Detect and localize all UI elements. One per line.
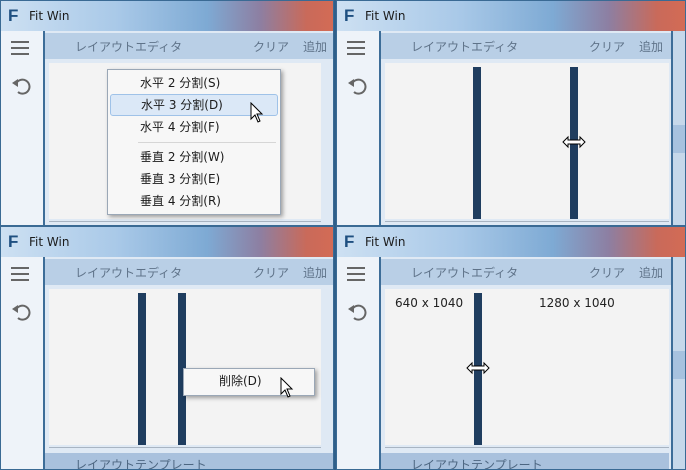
undo-icon[interactable] (11, 301, 33, 323)
canvas-divider-line (49, 447, 321, 448)
left-region-resolution: 640 x 1040 (395, 296, 464, 310)
undo-icon[interactable] (347, 301, 369, 323)
add-button[interactable]: 追加 (639, 264, 663, 281)
layout-editor-title: レイアウトエディタ (75, 40, 183, 54)
window-panel-1: F Fit Win レイアウトエディタ クリア 追加 水平 2 分割(S) 水平… (0, 0, 334, 226)
split-context-menu: 水平 2 分割(S) 水平 3 分割(D) 水平 4 分割(F) 垂直 2 分割… (107, 69, 281, 215)
layout-editor-toolbar: レイアウトエディタ クリア 追加 (381, 259, 685, 285)
window-titlebar[interactable]: F Fit Win (1, 1, 333, 31)
layout-canvas[interactable] (385, 63, 669, 219)
window-title: Fit Win (29, 235, 70, 249)
add-button[interactable]: 追加 (303, 264, 327, 281)
app-logo: F (8, 232, 19, 251)
window-panel-3: F Fit Win レイアウトエディタ クリア 追加 レイアウトテンプレート 削… (0, 226, 334, 470)
window-title: Fit Win (365, 9, 406, 23)
clear-button[interactable]: クリア (589, 264, 625, 281)
left-sidebar (1, 31, 45, 225)
menu-item-vertical-3[interactable]: 垂直 3 分割(E) (110, 168, 278, 190)
canvas-divider-line (385, 221, 669, 222)
window-panel-4: F Fit Win レイアウトエディタ クリア 追加 レイアウトテンプレート 6… (336, 226, 686, 470)
canvas-divider-line (385, 447, 669, 448)
layout-template-header: レイアウトテンプレート (381, 453, 669, 469)
menu-separator (138, 142, 276, 143)
layout-editor-toolbar: レイアウトエディタ クリア 追加 (45, 33, 333, 59)
canvas-divider-line (49, 221, 321, 222)
side-panel-tab[interactable] (673, 351, 685, 379)
left-sidebar (1, 257, 45, 469)
layout-editor-title: レイアウトエディタ (411, 40, 519, 54)
layout-editor-title: レイアウトエディタ (75, 266, 183, 280)
side-panel-tab[interactable] (673, 125, 685, 153)
hamburger-icon[interactable] (11, 41, 29, 55)
layout-canvas[interactable] (385, 289, 669, 445)
layout-divider-1[interactable] (138, 293, 146, 445)
menu-item-vertical-4[interactable]: 垂直 4 分割(R) (110, 190, 278, 212)
undo-icon[interactable] (11, 75, 33, 97)
window-title: Fit Win (365, 235, 406, 249)
resize-horizontal-cursor-icon (562, 135, 586, 149)
layout-editor-toolbar: レイアウトエディタ クリア 追加 (381, 33, 685, 59)
layout-editor-title: レイアウトエディタ (411, 266, 519, 280)
hamburger-icon[interactable] (347, 267, 365, 281)
add-button[interactable]: 追加 (303, 38, 327, 55)
window-titlebar[interactable]: F Fit Win (337, 227, 685, 257)
window-body: レイアウトエディタ クリア 追加 レイアウトテンプレート (1, 257, 333, 469)
clear-button[interactable]: クリア (253, 264, 289, 281)
app-logo: F (344, 6, 355, 25)
resize-horizontal-cursor-icon (466, 361, 490, 375)
layout-editor-toolbar: レイアウトエディタ クリア 追加 (45, 259, 333, 285)
left-sidebar (337, 31, 381, 225)
window-titlebar[interactable]: F Fit Win (1, 227, 333, 257)
app-logo: F (344, 232, 355, 251)
clear-button[interactable]: クリア (253, 38, 289, 55)
hamburger-icon[interactable] (11, 267, 29, 281)
window-title: Fit Win (29, 9, 70, 23)
hamburger-icon[interactable] (347, 41, 365, 55)
menu-item-horizontal-2[interactable]: 水平 2 分割(S) (110, 72, 278, 94)
left-sidebar (337, 257, 381, 469)
window-titlebar[interactable]: F Fit Win (337, 1, 685, 31)
undo-icon[interactable] (347, 75, 369, 97)
app-logo: F (8, 6, 19, 25)
add-button[interactable]: 追加 (639, 38, 663, 55)
window-panel-2: F Fit Win レイアウトエディタ クリア 追加 (336, 0, 686, 226)
mouse-pointer-icon (280, 377, 294, 398)
layout-template-title: レイアウトテンプレート (75, 458, 207, 470)
layout-template-header: レイアウトテンプレート (45, 453, 333, 469)
mouse-pointer-icon (250, 102, 264, 123)
window-body: レイアウトエディタ クリア 追加 レイアウトテンプレート (337, 257, 685, 469)
layout-template-title: レイアウトテンプレート (411, 458, 543, 470)
menu-item-vertical-2[interactable]: 垂直 2 分割(W) (110, 146, 278, 168)
layout-divider-1[interactable] (473, 67, 481, 219)
window-body: レイアウトエディタ クリア 追加 (337, 31, 685, 225)
clear-button[interactable]: クリア (589, 38, 625, 55)
right-region-resolution: 1280 x 1040 (539, 296, 615, 310)
divider-context-menu: 削除(D) (183, 368, 315, 396)
